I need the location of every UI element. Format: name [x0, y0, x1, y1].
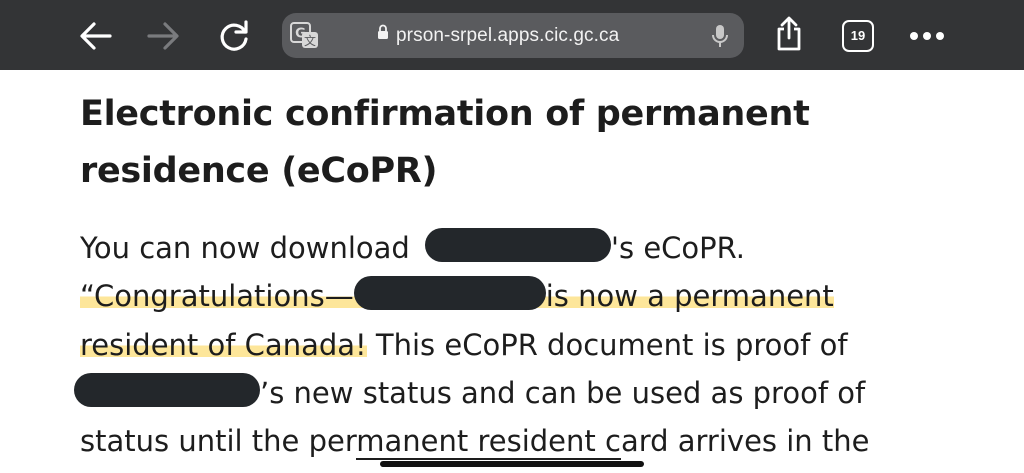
line3-after: This eCoPR document is proof of [366, 328, 848, 362]
back-button[interactable] [78, 18, 114, 54]
paragraph-line: You can now download 's eCoPR. [80, 228, 745, 268]
page-title: Electronic confirmation of permanent res… [80, 94, 810, 191]
browser-toolbar: G 文 prson-srpel.apps.cic.gc.ca 19 [0, 0, 1024, 70]
more-icon [910, 32, 944, 40]
line1-before: You can now download [80, 231, 410, 265]
line5-after: ard arrives in the [620, 424, 870, 458]
svg-text:文: 文 [304, 33, 316, 48]
forward-arrow-icon [147, 22, 179, 50]
forward-button[interactable] [145, 18, 181, 54]
url-text: prson-srpel.apps.cic.gc.ca [396, 24, 620, 46]
line5-before: status until the per [80, 424, 357, 458]
share-icon [777, 16, 801, 51]
lock-icon [377, 24, 389, 45]
paragraph-line: “Congratulations— is now a permanent [80, 276, 834, 316]
paragraph-line: ’s new status and can be used as proof o… [74, 373, 866, 413]
tab-count: 19 [850, 28, 866, 43]
address-bar[interactable]: G 文 prson-srpel.apps.cic.gc.ca [282, 13, 744, 58]
redacted-name [74, 373, 260, 407]
share-button[interactable] [772, 16, 806, 52]
line2-before: “Congratulations— [80, 279, 354, 313]
more-button[interactable] [908, 24, 948, 48]
line1-after: 's eCoPR. [611, 231, 745, 265]
microphone-icon[interactable] [712, 24, 728, 53]
reload-icon [220, 20, 248, 51]
highlight-segment: “Congratulations— is now a permanent [80, 276, 834, 313]
line5-underlined: manent resident c [356, 424, 621, 460]
paragraph-line: status until the permanent resident card… [80, 421, 870, 461]
redacted-name [353, 276, 546, 310]
line4-after: ’s new status and can be used as proof o… [260, 376, 866, 410]
scroll-indicator[interactable] [380, 461, 644, 467]
tabs-button[interactable]: 19 [842, 20, 874, 52]
redacted-name [425, 228, 612, 262]
back-arrow-icon [80, 22, 112, 50]
paragraph-line: resident of Canada! This eCoPR document … [80, 325, 848, 365]
line3-highlighted: resident of Canada! [80, 328, 367, 362]
reload-button[interactable] [216, 18, 252, 54]
translate-icon[interactable]: G 文 [290, 22, 320, 55]
line2-after: is now a permanent [545, 279, 834, 313]
